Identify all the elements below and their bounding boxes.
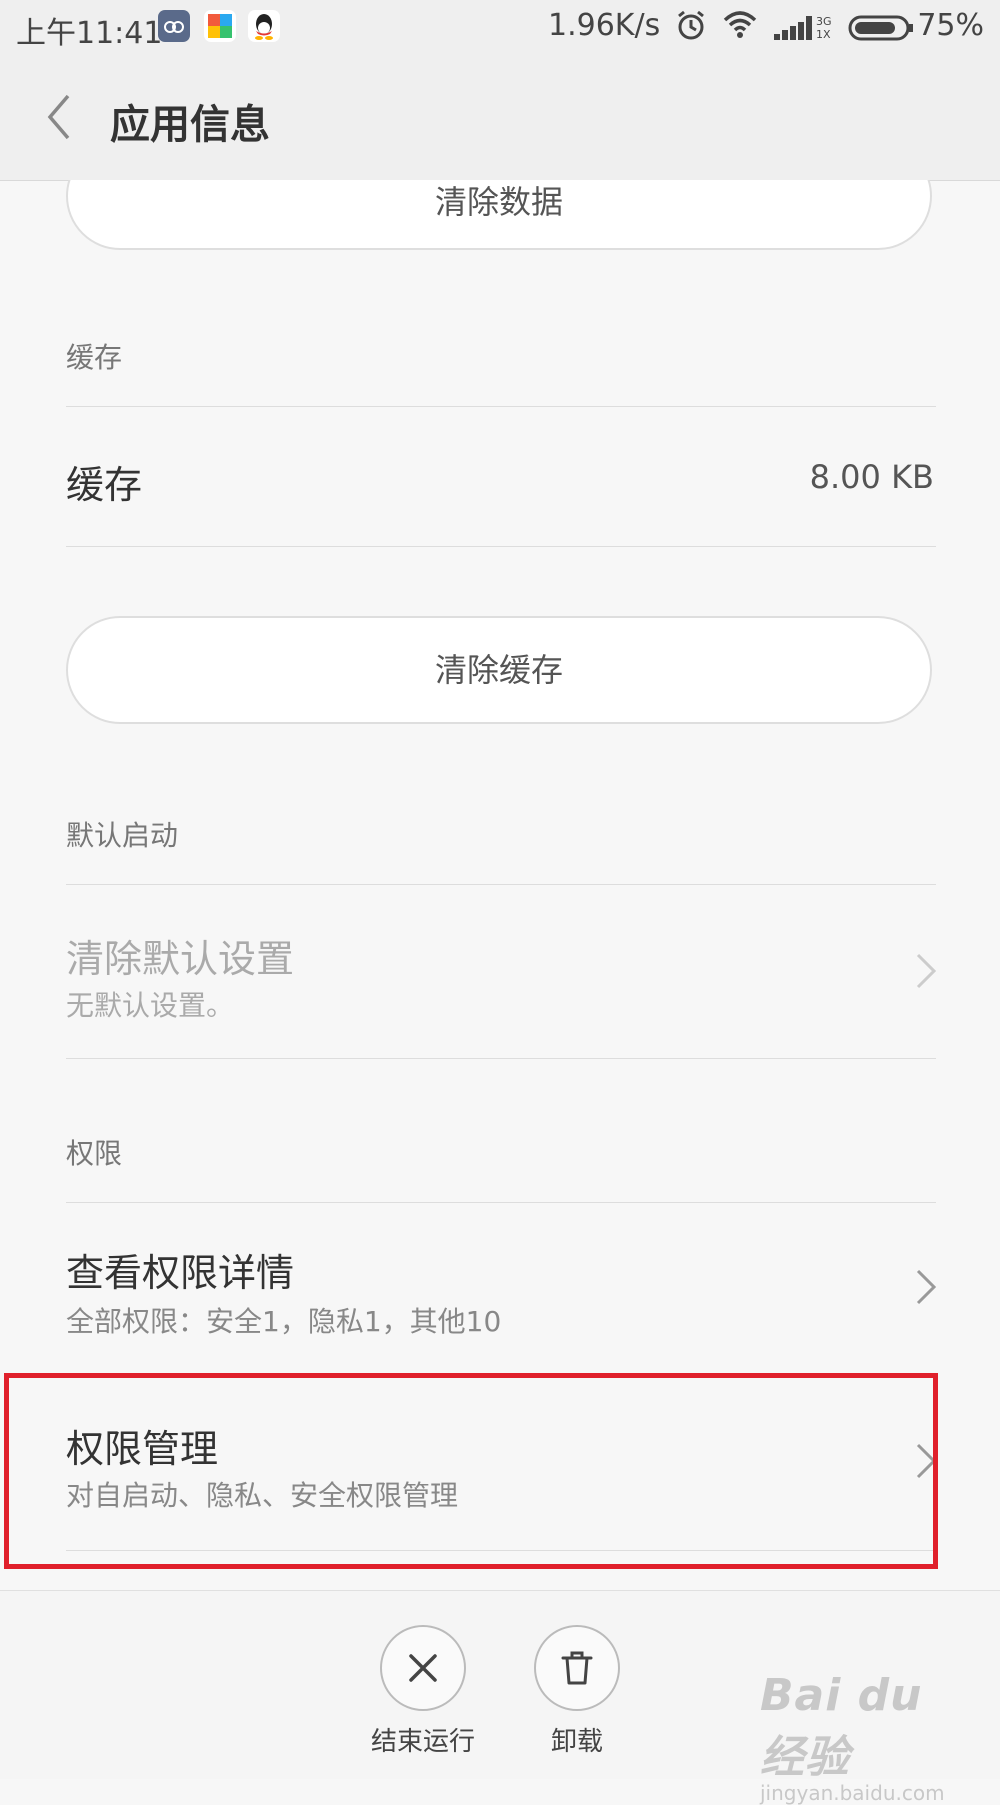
- app-icon-2: [204, 10, 236, 42]
- watermark-sub: jingyan.baidu.com: [760, 1781, 945, 1805]
- network-speed: 1.96K/s: [548, 8, 661, 43]
- status-bar: 上午11:41 1.96K/s 3G 1X 75%: [0, 0, 1000, 56]
- battery-percent: 75%: [917, 8, 984, 43]
- watermark-main: Bai du 经验: [760, 1670, 923, 1783]
- svg-text:1X: 1X: [816, 28, 831, 40]
- wifi-icon: [722, 8, 758, 44]
- svg-text:3G: 3G: [816, 15, 832, 28]
- clear-data-button[interactable]: 清除数据: [66, 180, 932, 250]
- uninstall-circle: [534, 1625, 620, 1711]
- cache-section-header: 缓存: [66, 341, 123, 374]
- divider: [66, 884, 936, 885]
- uninstall-button[interactable]: 卸载: [517, 1625, 637, 1758]
- force-stop-circle: [380, 1625, 466, 1711]
- permission-details-title: 查看权限详情: [66, 1251, 295, 1295]
- force-stop-button[interactable]: 结束运行: [363, 1625, 483, 1758]
- chevron-right-icon: [916, 1269, 937, 1305]
- clear-defaults-title: 清除默认设置: [66, 937, 295, 981]
- permissions-section-header: 权限: [66, 1137, 123, 1170]
- highlight-annotation: [4, 1373, 938, 1569]
- divider: [66, 1202, 936, 1203]
- clear-cache-button[interactable]: 清除缓存: [66, 616, 932, 724]
- back-button[interactable]: [40, 90, 80, 144]
- baidu-watermark: Bai du 经验 jingyan.baidu.com: [760, 1670, 980, 1805]
- divider: [66, 546, 936, 547]
- close-icon: [409, 1654, 437, 1682]
- chevron-left-icon: [47, 94, 70, 140]
- cache-size-value: 8.00 KB: [809, 458, 934, 496]
- force-stop-label: 结束运行: [370, 1727, 475, 1757]
- app-icon-1: [158, 10, 190, 42]
- default-launch-section-header: 默认启动: [66, 819, 179, 852]
- battery-icon: [848, 14, 914, 46]
- title-bar: 应用信息: [0, 56, 1000, 181]
- qq-icon: [248, 10, 280, 42]
- chevron-right-icon: [916, 953, 937, 989]
- page-title: 应用信息: [110, 102, 270, 148]
- permission-details-subtitle: 全部权限：安全1，隐私1，其他10: [66, 1305, 502, 1338]
- clear-cache-label: 清除缓存: [434, 651, 563, 689]
- cache-row-label: 缓存: [66, 463, 143, 507]
- alarm-icon: [674, 8, 708, 46]
- clear-data-label: 清除数据: [434, 183, 563, 221]
- divider: [66, 1058, 936, 1059]
- trash-icon: [561, 1651, 593, 1685]
- uninstall-label: 卸载: [550, 1727, 603, 1757]
- status-time: 上午11:41: [16, 16, 163, 51]
- divider: [66, 406, 936, 407]
- signal-icon: 3G 1X: [774, 14, 840, 44]
- clear-defaults-subtitle: 无默认设置。: [66, 989, 235, 1022]
